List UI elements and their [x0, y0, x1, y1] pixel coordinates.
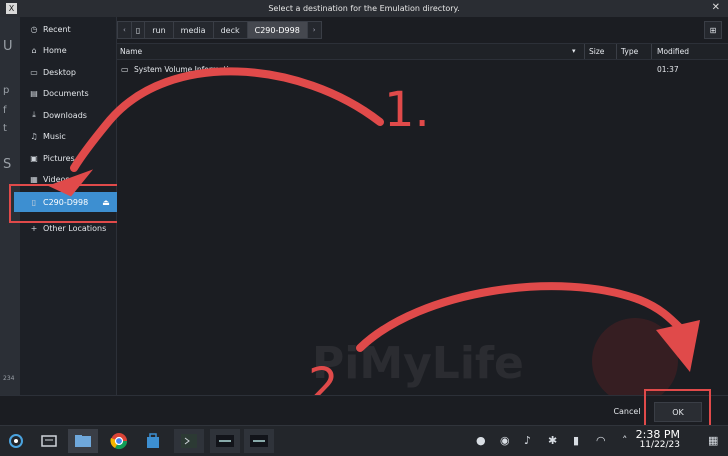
sidebar-item-recent[interactable]: ◷ Recent [20, 19, 116, 39]
clock-time: 2:38 PM [635, 428, 680, 441]
battery-icon[interactable]: ▮ [573, 434, 579, 447]
clock[interactable]: 2:38 PM 11/22/23 [636, 429, 680, 451]
file-row[interactable]: ▭ System Volume Information 01:37 [117, 63, 728, 77]
column-size[interactable]: Size [589, 44, 604, 59]
annotation-highlight-ok [644, 389, 711, 429]
steam-icon[interactable]: ● [476, 434, 486, 447]
chevron-up-icon[interactable]: ˄ [622, 434, 628, 447]
sidebar-item-label: Downloads [43, 110, 87, 120]
sidebar-item-label: Desktop [43, 67, 76, 77]
sidebar-item-label: Music [43, 131, 66, 141]
sidebar-item-label: Pictures [43, 153, 75, 163]
home-icon: ⌂ [31, 45, 37, 55]
window-titlebar: X Select a destination for the Emulation… [0, 0, 728, 17]
start-menu-icon[interactable] [4, 429, 28, 453]
sidebar-item-label: Home [43, 45, 67, 55]
discover-icon[interactable]: ◉ [500, 434, 510, 447]
new-folder-icon: ⊞ [709, 25, 717, 35]
file-name: System Volume Information [134, 65, 239, 74]
background-glyph: f [3, 105, 7, 116]
column-name[interactable]: Name [120, 44, 142, 59]
file-modified: 01:37 [657, 65, 679, 74]
sidebar-item-label: Videos [43, 174, 70, 184]
sidebar-item-label: Recent [43, 24, 71, 34]
column-type[interactable]: Type [621, 44, 638, 59]
desktop-icon: ▭ [30, 67, 38, 77]
column-divider [651, 44, 652, 59]
clock-icon: ◷ [30, 24, 38, 34]
path-forward-button[interactable]: › [306, 21, 322, 39]
path-back-button[interactable]: ‹ [117, 21, 132, 39]
folder-icon: ▭ [121, 65, 129, 74]
path-bar: ‹ ▯ run media deck C290-D998 › ⊞ [117, 17, 728, 43]
sort-arrow-icon[interactable]: ▾ [572, 44, 576, 59]
store-icon[interactable] [138, 429, 168, 453]
pictures-icon: ▣ [30, 153, 38, 163]
system-settings-icon[interactable] [34, 429, 64, 453]
cancel-button[interactable]: Cancel [607, 402, 647, 420]
sidebar-item-downloads[interactable]: ⤓ Downloads [20, 105, 116, 125]
documents-icon: ▤ [30, 88, 38, 98]
videos-icon: ▦ [30, 174, 38, 184]
downloads-icon: ⤓ [32, 110, 36, 119]
file-manager-icon[interactable] [68, 429, 98, 453]
wifi-icon[interactable]: ◠ [596, 434, 606, 447]
chevron-right-icon: › [312, 26, 316, 34]
annotation-highlight-drive [9, 184, 128, 223]
background-glyph: t [3, 123, 7, 134]
path-segment-deck[interactable]: deck [212, 21, 248, 39]
emudeck-window-icon[interactable] [244, 429, 274, 453]
path-segment-media[interactable]: media [172, 21, 214, 39]
sidebar-item-desktop[interactable]: ▭ Desktop [20, 62, 116, 82]
plus-icon: + [30, 223, 38, 233]
new-folder-button[interactable]: ⊞ [704, 21, 722, 39]
chevron-left-icon: ‹ [123, 26, 126, 34]
emudeck-window-icon[interactable] [210, 429, 240, 453]
sidebar-item-documents[interactable]: ▤ Documents [20, 83, 116, 103]
sidebar-item-label: Other Locations [43, 223, 107, 233]
sidebar-item-label: Documents [43, 88, 89, 98]
column-divider [616, 44, 617, 59]
path-segment-current[interactable]: C290-D998 [246, 21, 308, 39]
column-header: Name ▾ Size Type Modified [117, 43, 728, 60]
terminal-icon[interactable] [174, 429, 204, 453]
taskbar: ● ◉ ♪ ✱ ▮ ◠ ˄ 2:38 PM 11/22/23 ▦ [0, 425, 728, 456]
chrome-icon[interactable] [104, 429, 134, 453]
background-glyph: p [3, 85, 10, 96]
dialog-action-bar: Cancel OK [0, 395, 728, 426]
background-page-number: 234 [3, 375, 15, 382]
column-divider [584, 44, 585, 59]
sidebar-item-music[interactable]: ♫ Music [20, 126, 116, 146]
sidebar-item-pictures[interactable]: ▣ Pictures [20, 148, 116, 168]
path-device-button[interactable]: ▯ [130, 21, 146, 39]
app-icon: X [6, 3, 17, 14]
window-title: Select a destination for the Emulation d… [268, 4, 460, 13]
column-modified[interactable]: Modified [657, 44, 689, 59]
background-glyph: S [3, 157, 12, 172]
path-segment-run[interactable]: run [144, 21, 174, 39]
volume-icon[interactable]: ♪ [524, 434, 531, 447]
close-icon[interactable]: ✕ [712, 2, 720, 13]
bluetooth-icon[interactable]: ✱ [548, 434, 557, 447]
clock-date: 11/22/23 [639, 440, 680, 450]
music-icon: ♫ [30, 131, 38, 141]
background-glyph: U [3, 39, 13, 54]
sidebar-item-home[interactable]: ⌂ Home [20, 40, 116, 60]
drive-icon: ▯ [135, 25, 141, 35]
annotation-step-1: 1. [384, 82, 430, 138]
show-desktop-icon[interactable]: ▦ [708, 434, 718, 447]
